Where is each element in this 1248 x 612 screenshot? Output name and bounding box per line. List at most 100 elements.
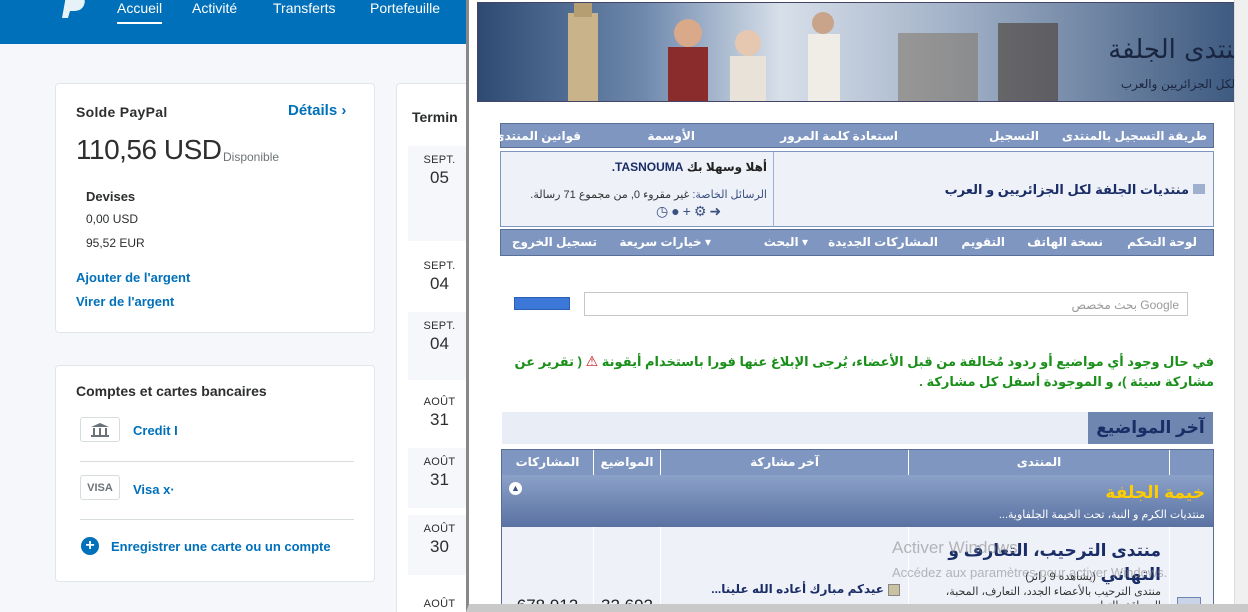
account-visa-label[interactable]: Visa x·	[133, 482, 175, 497]
search-button[interactable]	[514, 297, 570, 310]
add-money-link[interactable]: Ajouter de l'argent	[76, 270, 190, 285]
activity-date[interactable]: SEPT. 04	[408, 312, 471, 380]
forum-title[interactable]: منتديات الجلفة لكل الجزائريين و العرب	[945, 182, 1205, 198]
date-month: AOÛT	[423, 396, 456, 408]
activity-date[interactable]: AOÛT 31	[408, 388, 471, 440]
messages-label: الرسائل الخاصة:	[692, 189, 767, 201]
clock-icon[interactable]: ◷	[656, 203, 671, 219]
logout-icon[interactable]: ➜	[709, 203, 724, 219]
username[interactable]: TASNOUMA.	[612, 160, 684, 174]
accounts-card: Comptes et cartes bancaires Credit I VIS…	[55, 365, 375, 582]
category-row: خيمة الجلفة منتديات الكرم و النبة، تحت ا…	[502, 475, 1213, 527]
balance-card: Solde PayPal Détails › 110,56 USD Dispon…	[55, 83, 375, 333]
chat-icon[interactable]: ●	[671, 203, 682, 219]
balance-title: Solde PayPal	[76, 104, 168, 120]
date-day: 04	[430, 274, 449, 293]
nav-search[interactable]: البحث ▾	[764, 235, 808, 249]
add-user-icon[interactable]: +	[683, 203, 694, 219]
nav-portefeuille[interactable]: Portefeuille	[370, 0, 440, 16]
topics-count: 32,692	[601, 596, 653, 612]
table-header-forum: المنتدى	[908, 450, 1169, 475]
activity-date[interactable]: SEPT. 05	[408, 146, 471, 241]
table-header-topics: المواضيع	[593, 450, 660, 475]
transfer-money-link[interactable]: Virer de l'argent	[76, 294, 174, 309]
caret-down-icon: ▾	[704, 235, 711, 249]
nav-register[interactable]: التسجيل	[989, 129, 1039, 143]
details-label: Détails	[288, 102, 338, 119]
date-month: AOÛT	[423, 456, 456, 468]
user-toolbar: ◷●+⚙➜	[656, 203, 724, 220]
table-header-posts: المشاركات	[502, 450, 593, 475]
nav-registration-howto[interactable]: طريقة التسجيل بالمنتدى	[1062, 129, 1207, 143]
forum-window: منتدى الجلفة لكل الجزائريين والعرب طريقة…	[466, 0, 1248, 612]
gear-icon[interactable]: ⚙	[694, 203, 710, 219]
account-bank-label[interactable]: Credit I	[133, 423, 178, 438]
forum-notice: في حال وجود أي مواضيع أو ردود مُخالفة من…	[509, 351, 1214, 392]
nav-accueil[interactable]: Accueil	[117, 0, 163, 24]
date-day: 30	[430, 537, 449, 556]
latest-topics-strip	[502, 412, 1088, 444]
nav-quick-options[interactable]: خيارات سريعة ▾	[619, 235, 711, 249]
forum-status-icon	[1177, 597, 1201, 604]
last-post-cell: عيدكم مبارك أعاده الله علينا...	[660, 527, 908, 604]
activity-date[interactable]: AOÛT 31	[408, 448, 471, 508]
notice-text: في حال وجود أي مواضيع أو ردود مُخالفة من…	[601, 354, 1214, 369]
table-header-icon-col	[1169, 450, 1213, 475]
paypal-logo-icon[interactable]	[60, 0, 90, 18]
table-header-last-post: آخر مشاركة	[660, 450, 908, 475]
date-month: SEPT.	[423, 260, 456, 272]
svg-text:منتدى الجلفة: منتدى الجلفة	[1108, 35, 1236, 65]
forum-banner: منتدى الجلفة لكل الجزائريين والعرب	[477, 2, 1236, 102]
forum-top-nav: طريقة التسجيل بالمنتدى التسجيل استعادة ك…	[494, 123, 1214, 148]
caret-down-icon: ▾	[801, 235, 808, 249]
accounts-title: Comptes et cartes bancaires	[76, 383, 267, 399]
posts-cell: 678,912	[502, 527, 593, 604]
category-title[interactable]: خيمة الجلفة	[1105, 483, 1205, 503]
forum-table: المنتدى آخر مشاركة المواضيع المشاركات خي…	[501, 449, 1214, 612]
greeting-text: أهلا وسهلا بك	[686, 160, 767, 174]
nav-forum-rules[interactable]: قوانين المنتدى	[494, 129, 581, 143]
plus-icon[interactable]: +	[81, 537, 99, 555]
add-card-link[interactable]: Enregistrer une carte ou un compte	[111, 539, 331, 554]
greeting: أهلا وسهلا بك TASNOUMA.	[509, 160, 767, 174]
nav-transferts[interactable]: Transferts	[273, 0, 336, 16]
collapse-icon[interactable]: ▲	[509, 482, 522, 495]
activity-date[interactable]: SEPT. 04	[408, 252, 471, 304]
date-day: 31	[430, 470, 449, 489]
windows-activation-subtitle: Accédez aux paramètres pour activer Wind…	[892, 565, 1168, 580]
warning-icon: ⚠	[585, 353, 599, 369]
forum-name: منتديات الجلفة لكل الجزائريين و العرب	[944, 182, 1189, 197]
date-day: 05	[430, 168, 449, 187]
nav-activite[interactable]: Activité	[192, 0, 237, 16]
nav-calendar[interactable]: التقويم	[961, 235, 1005, 249]
divider	[80, 519, 354, 520]
nav-logout[interactable]: تسجيل الخروج	[512, 235, 597, 249]
search-input[interactable]: Google بحث مخصص	[584, 292, 1188, 316]
date-month: AOÛT	[423, 598, 456, 610]
nav-medals[interactable]: الأوسمة	[647, 129, 695, 143]
private-messages[interactable]: الرسائل الخاصة: غير مقروء 0, من مجموع 71…	[509, 188, 767, 201]
nav-mobile[interactable]: نسخة الهاتف	[1027, 235, 1103, 249]
activity-date[interactable]: AOÛT 30	[408, 515, 471, 575]
latest-topics-header[interactable]: آخر المواضيع	[1088, 412, 1213, 444]
currencies-title: Devises	[86, 189, 136, 204]
nav-search-label: البحث	[763, 235, 799, 249]
forum-scrollbar[interactable]	[1234, 0, 1248, 604]
activity-title: Termin	[412, 109, 458, 125]
currency-usd: 0,00 USD	[86, 212, 139, 226]
forum-icon	[1193, 184, 1205, 194]
topics-cell: 32,692	[593, 527, 660, 612]
welcome-box: منتديات الجلفة لكل الجزائريين و العرب أه…	[500, 151, 1214, 227]
activity-date[interactable]: AOÛT	[408, 590, 471, 612]
nav-new-posts[interactable]: المشاركات الجديدة	[828, 235, 938, 249]
messages-text: غير مقروء 0, من مجموع 71 رسالة.	[530, 189, 690, 201]
details-link[interactable]: Détails ›	[288, 102, 346, 119]
last-post-link[interactable]: عيدكم مبارك أعاده الله علينا...	[711, 582, 900, 596]
nav-recover-password[interactable]: استعادة كلمة المرور	[780, 129, 898, 143]
svg-text:لكل الجزائريين والعرب: لكل الجزائريين والعرب	[1121, 77, 1235, 92]
forum-row-description: منتدى الترحيب بالأعضاء الجدد، التعارف، ا…	[945, 586, 1161, 612]
nav-control-panel[interactable]: لوحة التحكم	[1127, 235, 1197, 249]
date-day: 31	[430, 410, 449, 429]
last-post-title: عيدكم مبارك أعاده الله علينا...	[711, 582, 884, 596]
balance-amount: 110,56 USD	[76, 134, 222, 165]
